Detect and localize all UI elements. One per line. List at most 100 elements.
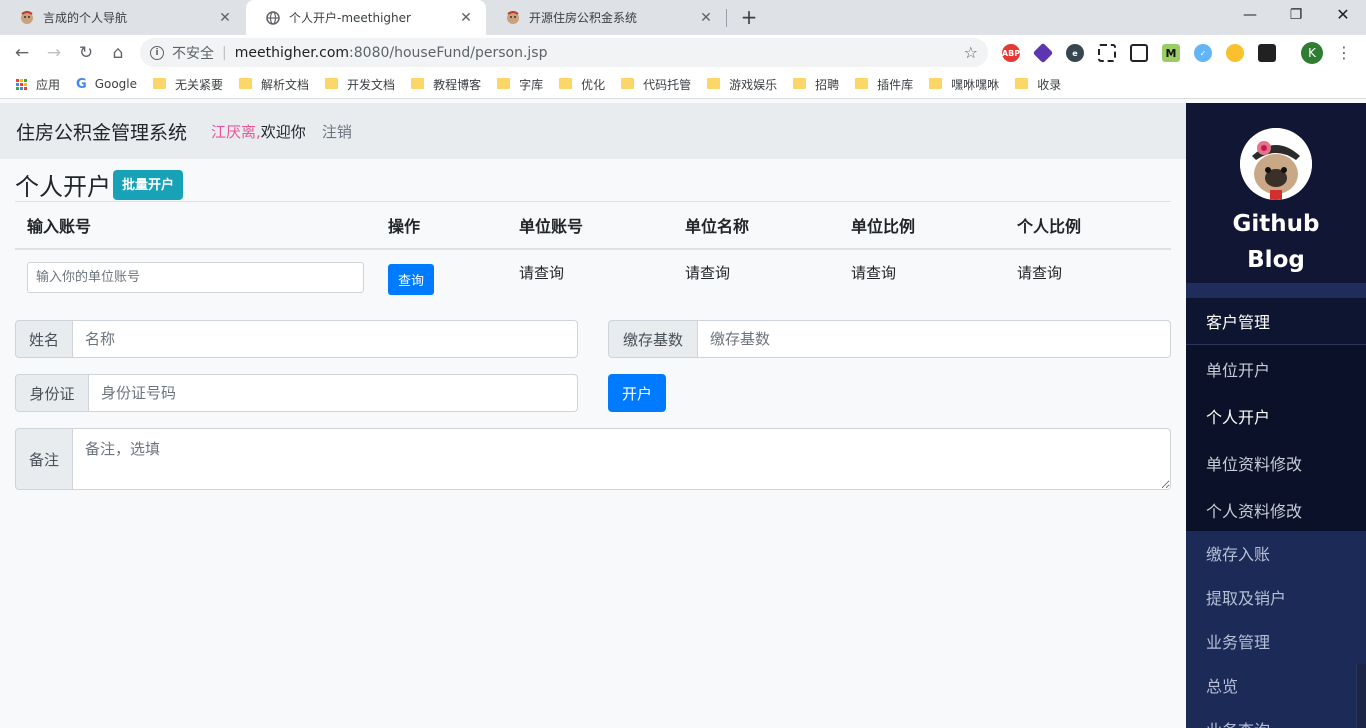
sidebar-item-personal-edit[interactable]: 个人资料修改 — [1186, 486, 1366, 533]
folder-icon — [1015, 77, 1029, 89]
bookmark-folder[interactable]: 解析文档 — [239, 76, 309, 93]
open-account-button[interactable]: 开户 — [608, 374, 666, 412]
unit-name-cell: 请查询 — [685, 263, 731, 282]
blog-avatar[interactable] — [1240, 128, 1312, 200]
bookmark-label: 字库 — [519, 77, 544, 92]
tab-title: 个人开户-meethigher — [289, 11, 411, 25]
pug-favicon-icon — [20, 10, 34, 25]
folder-icon — [325, 77, 339, 89]
bookmark-folder[interactable]: 游戏娱乐 — [707, 76, 777, 93]
name-input-group: 姓名 — [15, 320, 578, 358]
sidebar-item-deposit[interactable]: 缴存入账 — [1186, 531, 1366, 575]
bookmark-google[interactable]: G Google — [76, 77, 137, 92]
sidebar-item-business[interactable]: 业务管理 — [1186, 619, 1366, 663]
sidebar-item-withdraw[interactable]: 提取及销户 — [1186, 575, 1366, 619]
tab-close-icon[interactable]: ✕ — [217, 10, 233, 26]
adblock-extension-icon[interactable]: ABP — [1002, 44, 1020, 62]
pug-favicon-icon — [506, 10, 520, 25]
batch-open-button[interactable]: 批量开户 — [113, 169, 184, 200]
folder-icon — [793, 77, 807, 89]
address-divider: | — [222, 44, 227, 61]
sidebar-header: Github Blog — [1186, 103, 1366, 283]
browser-tab-active[interactable]: 个人开户-meethigher ✕ — [246, 0, 486, 35]
info-icon[interactable]: i — [150, 45, 164, 60]
forward-arrow-icon[interactable]: → — [41, 40, 67, 66]
column-header: 输入账号 — [15, 201, 376, 250]
bookmark-folder[interactable]: 开发文档 — [325, 76, 395, 93]
google-icon: G — [76, 76, 87, 92]
minimize-icon[interactable]: — — [1238, 4, 1262, 26]
sidebar: Github Blog 客户管理 单位开户 个人开户 单位资料修改 个人资料修改… — [1186, 103, 1366, 728]
name-label: 姓名 — [15, 320, 73, 358]
bookmark-label: 优化 — [581, 77, 606, 92]
query-button[interactable]: 查询 — [388, 263, 434, 295]
bookmark-folder[interactable]: 字库 — [497, 76, 543, 93]
sidebar-item-unit-edit[interactable]: 单位资料修改 — [1186, 439, 1366, 486]
window-close-icon[interactable]: ✕ — [1331, 4, 1355, 26]
bookmark-label: 应用 — [36, 77, 61, 92]
folder-icon — [559, 77, 573, 89]
back-arrow-icon[interactable]: ← — [9, 40, 35, 66]
bookmark-folder[interactable]: 招聘 — [793, 76, 839, 93]
bookmark-folder[interactable]: 代码托管 — [621, 76, 691, 93]
browser-toolbar: ← → ↻ ⌂ i 不安全 | meethigher.com :8080/hou… — [0, 35, 1366, 70]
tab-close-icon[interactable]: ✕ — [458, 10, 474, 26]
sidebar-title[interactable]: Github Blog — [1216, 206, 1336, 278]
address-bar[interactable]: i 不安全 | meethigher.com :8080/houseFund/p… — [140, 38, 988, 67]
m-extension-icon[interactable]: M — [1162, 44, 1180, 62]
unit-account-input[interactable] — [27, 261, 364, 293]
more-menu-icon[interactable]: ⋮ — [1336, 43, 1352, 62]
sidebar-strip — [1186, 283, 1366, 298]
page-heading: 个人开户 批量开户 — [15, 167, 184, 202]
browser-tab[interactable]: 开源住房公积金系统 ✕ — [486, 0, 726, 35]
reload-icon[interactable]: ↻ — [73, 40, 99, 66]
profile-avatar[interactable]: K — [1301, 42, 1323, 64]
remark-textarea[interactable] — [73, 428, 1171, 490]
bookmark-label: 开发文档 — [347, 77, 396, 92]
column-header: 单位账号 — [507, 201, 673, 250]
bookmark-folder[interactable]: 收录 — [1015, 76, 1061, 93]
folder-icon — [411, 77, 425, 89]
sidebar-item-query[interactable]: 业务查询 — [1186, 707, 1366, 728]
picture-in-picture-icon[interactable] — [1130, 44, 1148, 62]
glasses-extension-icon[interactable] — [1258, 44, 1276, 62]
logout-link[interactable]: 注销 — [322, 121, 352, 142]
table-row: 查询 请查询 请查询 请查询 请查询 — [15, 249, 1171, 305]
sidebar-section-customers[interactable]: 客户管理 — [1186, 298, 1366, 345]
home-icon[interactable]: ⌂ — [105, 40, 131, 66]
browser-tab[interactable]: 言成的个人导航 ✕ — [0, 0, 245, 35]
e-extension-icon[interactable]: e — [1066, 44, 1084, 62]
bookmark-star-icon[interactable]: ☆ — [964, 43, 978, 62]
bookmark-folder[interactable]: 优化 — [559, 76, 605, 93]
tab-close-icon[interactable]: ✕ — [698, 10, 714, 26]
new-tab-plus-icon[interactable]: + — [737, 5, 761, 29]
compass-extension-icon[interactable] — [1226, 44, 1244, 62]
bookmark-folder[interactable]: 嘿咻嘿咻 — [929, 76, 999, 93]
table-header-row: 输入账号 操作 单位账号 单位名称 单位比例 个人比例 — [15, 201, 1171, 250]
remark-input-group: 备注 — [15, 428, 1171, 490]
sidebar-scrollbar[interactable] — [1356, 664, 1366, 728]
table-cell — [15, 249, 376, 305]
sidebar-item-unit-open[interactable]: 单位开户 — [1186, 345, 1366, 392]
base-input[interactable] — [698, 320, 1171, 358]
checkmark-extension-icon[interactable]: ✓ — [1194, 44, 1212, 62]
name-input[interactable] — [73, 320, 578, 358]
idcard-input[interactable] — [89, 374, 578, 412]
remark-label: 备注 — [15, 428, 73, 490]
bookmark-folder[interactable]: 教程博客 — [411, 76, 481, 93]
restore-icon[interactable]: ❐ — [1284, 4, 1308, 26]
sidebar-item-overview[interactable]: 总览 — [1186, 663, 1366, 707]
bookmark-folder[interactable]: 插件库 — [855, 76, 913, 93]
idcard-label: 身份证 — [15, 374, 89, 412]
qr-code-extension-icon[interactable] — [1098, 44, 1116, 62]
column-header: 单位名称 — [673, 201, 839, 250]
globe-icon — [266, 10, 280, 25]
idcard-input-group: 身份证 — [15, 374, 578, 412]
column-header: 个人比例 — [1005, 201, 1171, 250]
cube-extension-icon[interactable] — [1032, 42, 1054, 64]
bookmark-apps[interactable]: 应用 — [16, 76, 60, 93]
folder-icon — [855, 77, 869, 89]
app-brand[interactable]: 住房公积金管理系统 — [16, 118, 187, 145]
sidebar-item-personal-open[interactable]: 个人开户 — [1186, 392, 1366, 439]
bookmark-folder[interactable]: 无关紧要 — [153, 76, 223, 93]
